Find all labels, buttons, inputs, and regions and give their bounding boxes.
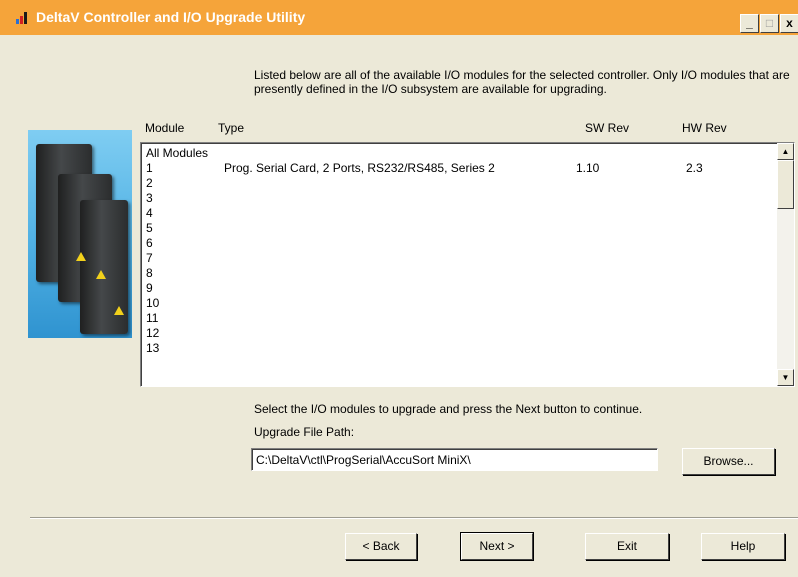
next-button[interactable]: Next > (460, 532, 534, 561)
window-title: DeltaV Controller and I/O Upgrade Utilit… (36, 9, 306, 25)
cell-sw-rev: 1.10 (576, 161, 600, 175)
cell-module: 5 (146, 221, 153, 235)
io-module-image (28, 130, 132, 338)
cell-module: 9 (146, 281, 153, 295)
cell-module: 10 (146, 296, 160, 310)
maximize-button[interactable]: □ (760, 14, 779, 33)
column-header-sw-rev: SW Rev (585, 121, 630, 135)
cell-module: 1 (146, 161, 153, 175)
upgrade-path-label: Upgrade File Path: (254, 425, 355, 439)
scrollbar[interactable]: ▲ ▼ (777, 143, 794, 386)
cell-hw-rev: 2.3 (686, 161, 703, 175)
cell-module: 4 (146, 206, 153, 220)
scroll-thumb[interactable] (777, 160, 794, 209)
cell-module: 6 (146, 236, 153, 250)
scroll-up-button[interactable]: ▲ (777, 143, 794, 160)
cell-module: 13 (146, 341, 160, 355)
upgrade-path-input[interactable] (251, 448, 658, 471)
column-header-type: Type (218, 121, 245, 135)
cell-module: 7 (146, 251, 153, 265)
column-header-hw-rev: HW Rev (682, 121, 727, 135)
cell-module: 12 (146, 326, 160, 340)
column-header-module: Module (145, 121, 185, 135)
minimize-button[interactable]: _ (740, 14, 759, 33)
close-button[interactable]: x (780, 14, 798, 33)
module-list[interactable]: All Modules 1 Prog. Serial Card, 2 Ports, … (140, 142, 795, 387)
select-note: Select the I/O modules to upgrade and pr… (254, 402, 643, 416)
scroll-down-button[interactable]: ▼ (777, 369, 794, 386)
cell-module: 2 (146, 176, 153, 190)
help-button[interactable]: Help (701, 533, 785, 560)
deltav-bars-icon (16, 12, 30, 24)
instructions-text: Listed below are all of the available I/… (254, 68, 790, 96)
cell-type: Prog. Serial Card, 2 Ports, RS232/RS485,… (224, 161, 495, 175)
cell-module: 8 (146, 266, 153, 280)
cell-module: 3 (146, 191, 153, 205)
browse-button[interactable]: Browse... (682, 448, 775, 475)
cell-module: 11 (146, 311, 159, 325)
back-button[interactable]: < Back (345, 533, 417, 560)
separator (30, 517, 798, 519)
title-bar[interactable]: DeltaV Controller and I/O Upgrade Utilit… (0, 0, 798, 35)
cell-module: All Modules (146, 146, 209, 160)
exit-button[interactable]: Exit (585, 533, 669, 560)
